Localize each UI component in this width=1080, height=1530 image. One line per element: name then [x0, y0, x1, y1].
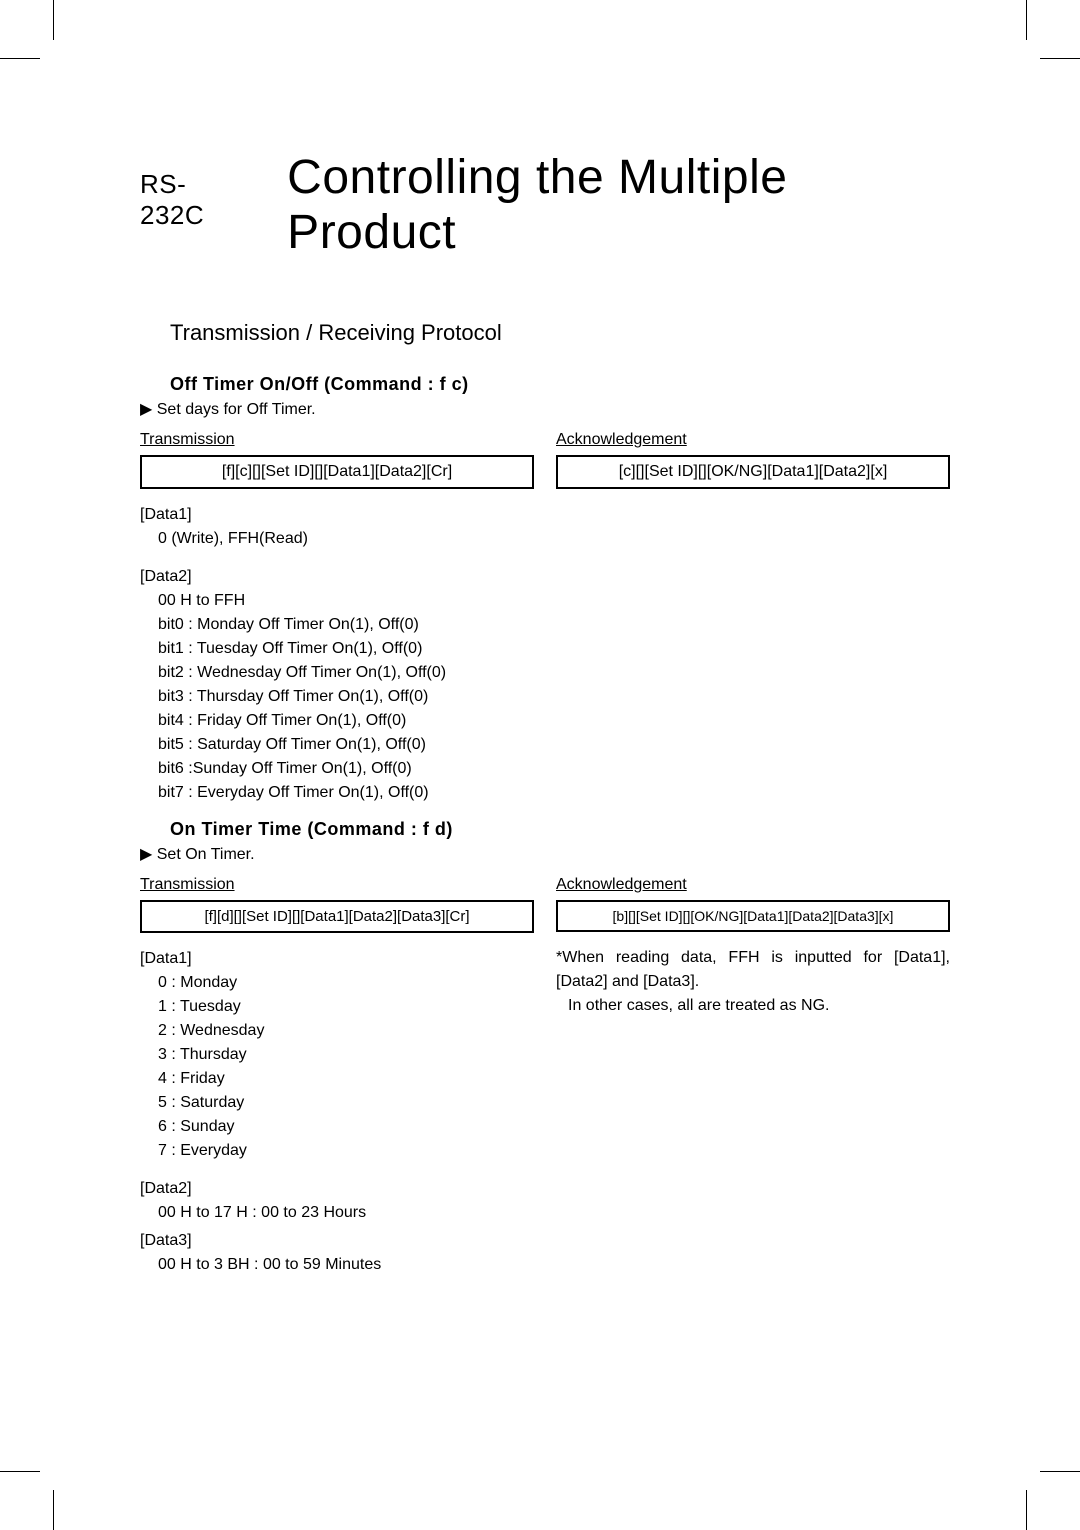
cmd2-transmission-code: [f][d][][Set ID][][Data1][Data2][Data3][… [140, 900, 534, 933]
note-line1: *When reading data, FFH is inputted for … [556, 949, 950, 990]
note-line2: In other cases, all are treated as NG. [556, 994, 829, 1018]
transmission-header: Transmission [140, 876, 534, 894]
cmd1-data2-block: [Data2] 00 H to FFH bit0 : Monday Off Ti… [140, 565, 534, 805]
cmd2-ack-col: Acknowledgement [b][][Set ID][][OK/NG][D… [556, 876, 950, 1291]
data2-line: bit2 : Wednesday Off Timer On(1), Off(0) [140, 661, 534, 685]
data2-label: [Data2] [140, 565, 534, 589]
cmd1-columns: Transmission [f][c][][Set ID][][Data1][D… [140, 431, 950, 819]
cmd2-data1-block: [Data1] 0 : Monday 1 : Tuesday 2 : Wedne… [140, 947, 534, 1163]
data2-line: bit1 : Tuesday Off Timer On(1), Off(0) [140, 637, 534, 661]
title-main: Controlling the Multiple Product [287, 150, 950, 260]
data2-line: bit0 : Monday Off Timer On(1), Off(0) [140, 613, 534, 637]
cmd1-ack-code: [c][][Set ID][][OK/NG][Data1][Data2][x] [556, 455, 950, 489]
ack-header: Acknowledgement [556, 876, 950, 894]
cmd2-data2-block: [Data2] 00 H to 17 H : 00 to 23 Hours [140, 1177, 534, 1225]
cmd1-transmission-code: [f][c][][Set ID][][Data1][Data2][Cr] [140, 455, 534, 489]
data1-line: 4 : Friday [140, 1067, 534, 1091]
data2-line: bit4 : Friday Off Timer On(1), Off(0) [140, 709, 534, 733]
data1-line: 2 : Wednesday [140, 1019, 534, 1043]
cmd2-ack-code: [b][][Set ID][][OK/NG][Data1][Data2][Dat… [556, 900, 950, 932]
transmission-header: Transmission [140, 431, 534, 449]
data1-label: [Data1] [140, 947, 534, 971]
data1-line: 0 : Monday [140, 971, 534, 995]
data2-line: bit5 : Saturday Off Timer On(1), Off(0) [140, 733, 534, 757]
page: RS-232C Controlling the Multiple Product… [0, 0, 1080, 1291]
cmd2-data3-block: [Data3] 00 H to 3 BH : 00 to 59 Minutes [140, 1229, 534, 1277]
data1-value: 0 (Write), FFH(Read) [140, 527, 534, 551]
ack-header: Acknowledgement [556, 431, 950, 449]
section-subtitle: Transmission / Receiving Protocol [170, 320, 950, 346]
data2-line: bit7 : Everyday Off Timer On(1), Off(0) [140, 781, 534, 805]
cmd2-transmission-col: Transmission [f][d][][Set ID][][Data1][D… [140, 876, 534, 1291]
data2-label: [Data2] [140, 1177, 534, 1201]
data1-line: 6 : Sunday [140, 1115, 534, 1139]
data3-value: 00 H to 3 BH : 00 to 59 Minutes [140, 1253, 534, 1277]
cmd2-desc: ▶ Set On Timer. [140, 844, 950, 864]
cmd2-heading: On Timer Time (Command : f d) [170, 819, 950, 840]
data1-label: [Data1] [140, 503, 534, 527]
data3-label: [Data3] [140, 1229, 534, 1253]
cmd1-data1-block: [Data1] 0 (Write), FFH(Read) [140, 503, 534, 551]
cmd2-note: *When reading data, FFH is inputted for … [556, 946, 950, 1018]
data1-line: 1 : Tuesday [140, 995, 534, 1019]
data1-line: 7 : Everyday [140, 1139, 534, 1163]
data2-value: 00 H to 17 H : 00 to 23 Hours [140, 1201, 534, 1225]
page-title-row: RS-232C Controlling the Multiple Product [140, 150, 950, 260]
data1-line: 3 : Thursday [140, 1043, 534, 1067]
cmd1-heading: Off Timer On/Off (Command : f c) [170, 374, 950, 395]
cmd2-columns: Transmission [f][d][][Set ID][][Data1][D… [140, 876, 950, 1291]
title-prefix: RS-232C [140, 169, 247, 231]
data1-line: 5 : Saturday [140, 1091, 534, 1115]
cmd1-ack-col: Acknowledgement [c][][Set ID][][OK/NG][D… [556, 431, 950, 819]
data2-line: bit6 :Sunday Off Timer On(1), Off(0) [140, 757, 534, 781]
cmd1-transmission-col: Transmission [f][c][][Set ID][][Data1][D… [140, 431, 534, 819]
data2-line: 00 H to FFH [140, 589, 534, 613]
cmd1-desc: ▶ Set days for Off Timer. [140, 399, 950, 419]
data2-line: bit3 : Thursday Off Timer On(1), Off(0) [140, 685, 534, 709]
